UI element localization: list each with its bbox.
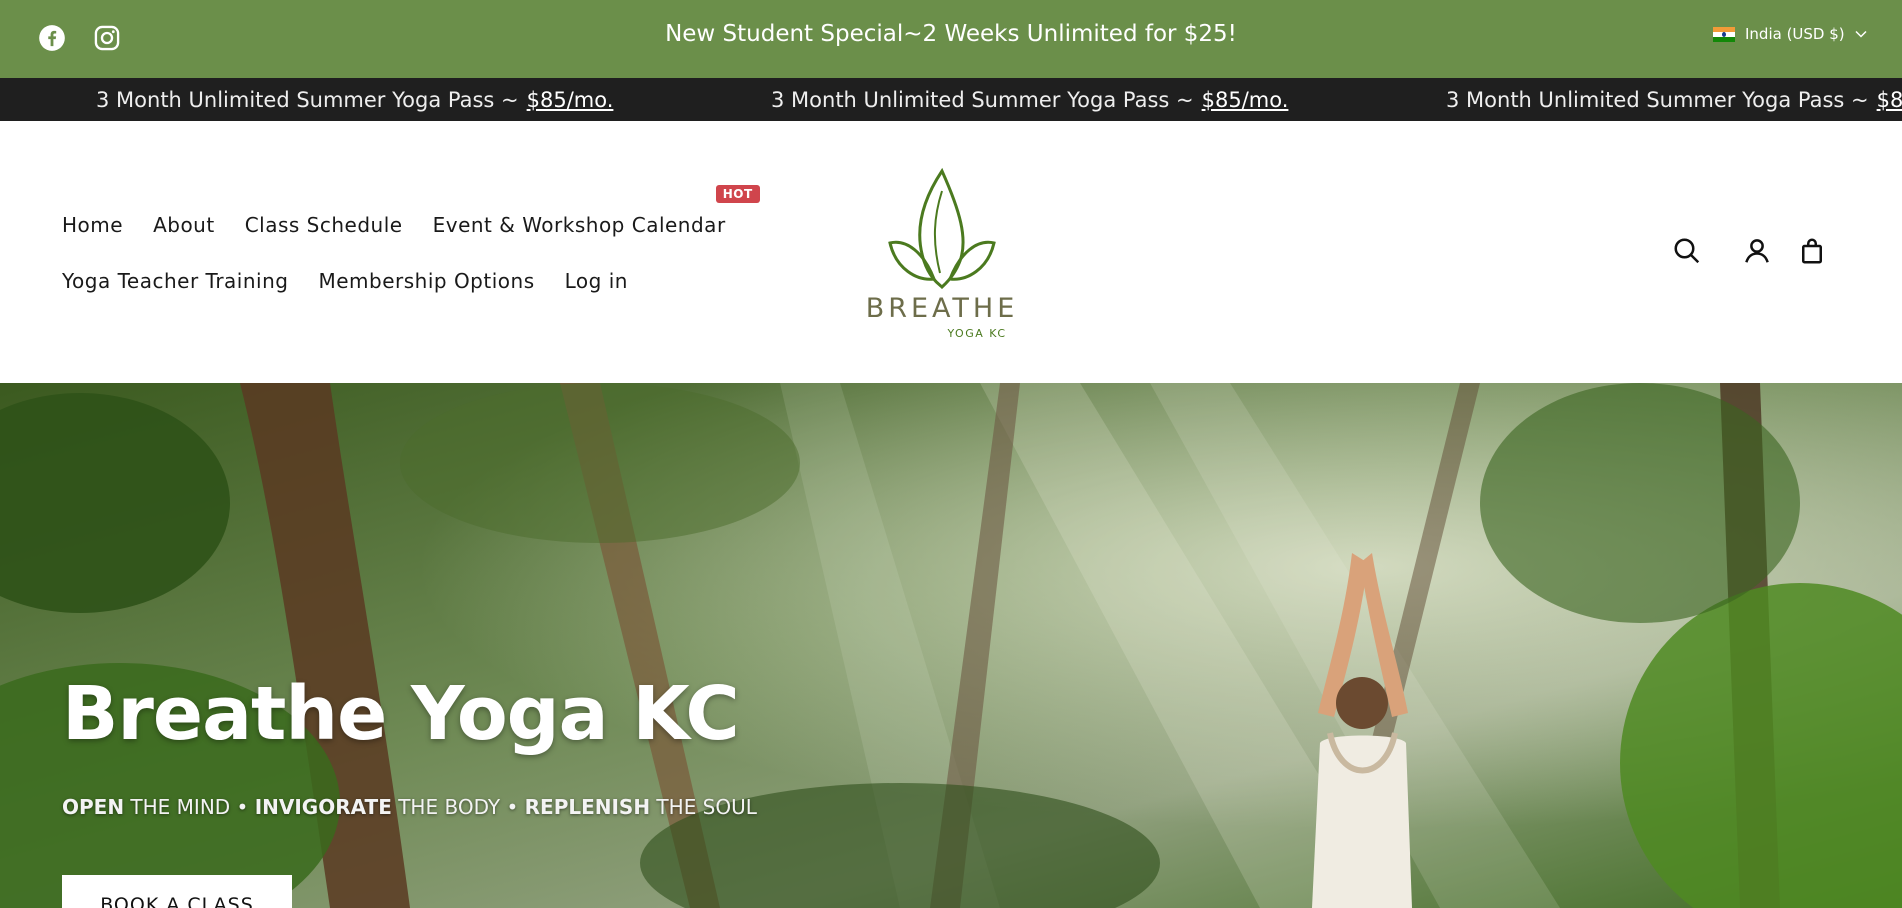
site-logo[interactable]: BREATHE YOGA KC xyxy=(862,161,1022,351)
marquee-price-link[interactable]: $85/mo. xyxy=(527,88,614,112)
search-button[interactable] xyxy=(1672,236,1702,266)
jungle-yoga-photo xyxy=(0,383,1902,908)
nav-item-event-calendar[interactable]: Event & Workshop Calendar HOT xyxy=(432,185,760,237)
cart-icon xyxy=(1802,238,1822,264)
hero-banner: Breathe Yoga KC OPEN THE MIND • INVIGORA… xyxy=(0,383,1902,908)
tagline-separator: • xyxy=(500,795,525,819)
marquee-price-link[interactable]: $85/mo. xyxy=(1202,88,1289,112)
promo-marquee: 3 Month Unlimited Summer Yoga Pass ~ $85… xyxy=(0,78,1902,121)
logo-subtext: YOGA KC xyxy=(947,327,1007,340)
marquee-item: 3 Month Unlimited Summer Yoga Pass ~ $85… xyxy=(771,78,1288,121)
marquee-text: 3 Month Unlimited Summer Yoga Pass ~ xyxy=(1446,87,1869,112)
tagline-bold: INVIGORATE xyxy=(254,795,392,819)
marquee-item: 3 Month Unlimited Summer Yoga Pass ~ $85… xyxy=(96,78,613,121)
nav-item-home[interactable]: Home xyxy=(62,213,123,237)
hot-badge: HOT xyxy=(715,185,760,203)
nav-item-class-schedule[interactable]: Class Schedule xyxy=(245,213,403,237)
search-icon xyxy=(1674,238,1700,264)
tagline-bold: REPLENISH xyxy=(524,795,651,819)
hero-title: Breathe Yoga KC xyxy=(62,671,740,757)
tagline-text: THE SOUL xyxy=(650,795,757,819)
tagline-text: THE MIND xyxy=(124,795,231,819)
marquee-price-link[interactable]: $85/mo. xyxy=(1877,88,1902,112)
main-nav-row-2: Yoga Teacher Training Membership Options… xyxy=(62,269,658,293)
tagline-text: THE BODY xyxy=(391,795,501,819)
hero-tagline: OPEN THE MIND • INVIGORATE THE BODY • RE… xyxy=(62,795,757,819)
india-flag-icon xyxy=(1713,26,1735,42)
nav-item-login[interactable]: Log in xyxy=(565,269,628,293)
marquee-item: 3 Month Unlimited Summer Yoga Pass ~ $85… xyxy=(1446,78,1902,121)
chevron-down-icon xyxy=(1855,30,1867,38)
tagline-bold: OPEN xyxy=(62,795,125,819)
announcement-bar: New Student Special~2 Weeks Unlimited fo… xyxy=(0,0,1902,78)
announcement-text[interactable]: New Student Special~2 Weeks Unlimited fo… xyxy=(0,0,1902,68)
main-nav-row-1: Home About Class Schedule Event & Worksh… xyxy=(62,185,760,237)
account-button[interactable] xyxy=(1742,236,1772,266)
book-class-button[interactable]: BOOK A CLASS xyxy=(62,875,292,908)
site-header: Home About Class Schedule Event & Worksh… xyxy=(0,121,1902,383)
nav-item-about[interactable]: About xyxy=(153,213,215,237)
nav-item-label: Event & Workshop Calendar xyxy=(432,213,726,237)
logo-wordmark: BREATHE xyxy=(865,293,1019,324)
locale-selector[interactable]: India (USD $) xyxy=(1713,25,1867,43)
nav-item-teacher-training[interactable]: Yoga Teacher Training xyxy=(62,269,288,293)
tagline-separator: • xyxy=(230,795,255,819)
marquee-text: 3 Month Unlimited Summer Yoga Pass ~ xyxy=(96,87,519,112)
marquee-text: 3 Month Unlimited Summer Yoga Pass ~ xyxy=(771,87,1194,112)
account-icon xyxy=(1745,239,1769,263)
locale-label: India (USD $) xyxy=(1745,25,1845,43)
cart-button[interactable] xyxy=(1797,236,1827,266)
nav-item-membership[interactable]: Membership Options xyxy=(318,269,534,293)
